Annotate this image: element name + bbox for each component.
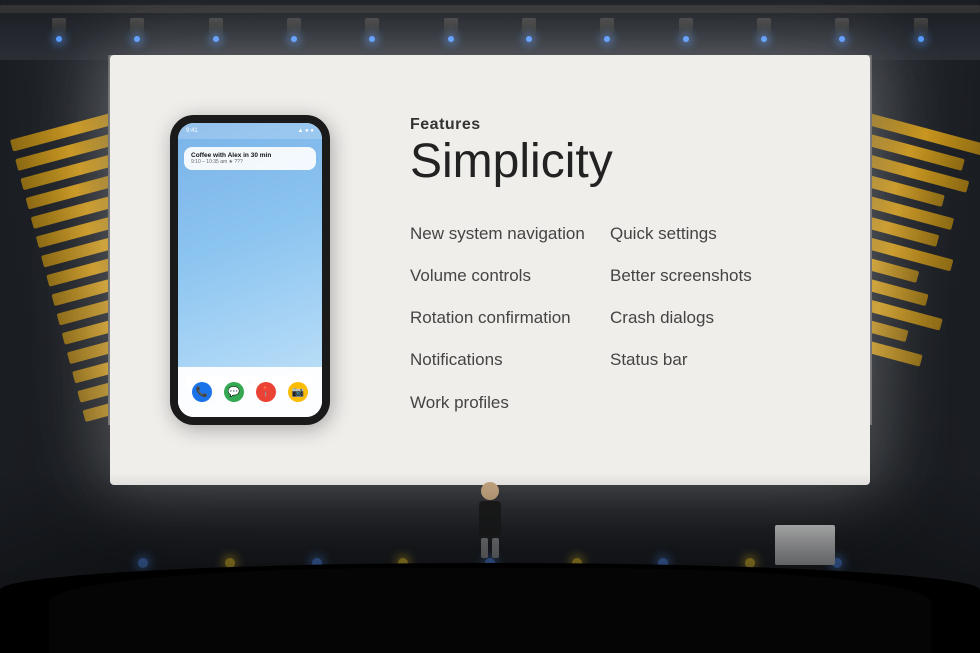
presentation-screen-wrapper: 9:41 ▲ ● ● Coffee with Alex in 30 min 9:… [110,55,870,485]
feature-item-quick-settings: Quick settings [610,213,810,255]
presentation-screen: 9:41 ▲ ● ● Coffee with Alex in 30 min 9:… [110,55,870,485]
feature-item-crash-dialogs: Crash dialogs [610,297,810,339]
phone-section: 9:41 ▲ ● ● Coffee with Alex in 30 min 9:… [150,115,350,425]
feature-item-work-profiles: Work profiles [410,382,610,424]
stage-light-1 [52,18,66,38]
slide-title: Simplicity [410,136,810,189]
stage-light-11 [835,18,849,38]
notification-title: Coffee with Alex in 30 min [191,152,309,159]
messages-icon: 💬 [224,382,244,402]
feature-item-volume: Volume controls [410,255,610,297]
stage-light-8 [600,18,614,38]
stage-light-9 [679,18,693,38]
phone-bottom-bar: 📞 💬 📍 📷 [178,367,322,417]
phone-screen: 9:41 ▲ ● ● Coffee with Alex in 30 min 9:… [178,123,322,417]
maps-icon: 📍 [256,382,276,402]
stage-light-6 [444,18,458,38]
feature-item-nav: New system navigation [410,213,610,255]
phone-status-bar: 9:41 ▲ ● ● [178,123,322,139]
feature-item-screenshots: Better screenshots [610,255,810,297]
phone-notification: Coffee with Alex in 30 min 9:10 – 10:35 … [184,147,316,170]
feature-column-1: New system navigation Volume controls Ro… [410,213,610,423]
stage-light-12 [914,18,928,38]
features-grid: New system navigation Volume controls Ro… [410,213,810,423]
feature-item-rotation: Rotation confirmation [410,297,610,339]
stage-light-5 [365,18,379,38]
feature-column-2: Quick settings Better screenshots Crash … [610,213,810,423]
stage-light-4 [287,18,301,38]
phone-mockup: 9:41 ▲ ● ● Coffee with Alex in 30 min 9:… [170,115,330,425]
stage-light-2 [130,18,144,38]
audience [0,563,980,653]
feature-item-notifications: Notifications [410,339,610,381]
phone-icons: ▲ ● ● [297,128,314,134]
stage-light-10 [757,18,771,38]
content-section: Features Simplicity New system navigatio… [390,106,830,433]
truss-bar [0,5,980,13]
camera-icon: 📷 [288,382,308,402]
stage-light-3 [209,18,223,38]
feature-item-status-bar: Status bar [610,339,810,381]
truss [0,0,980,55]
stage-light-7 [522,18,536,38]
notification-time: 9:10 – 10:35 am ★ ??? [191,159,309,165]
phone-icon: 📞 [192,382,212,402]
phone-time: 9:41 [186,128,198,134]
features-label: Features [410,116,810,134]
ceiling [0,0,980,60]
